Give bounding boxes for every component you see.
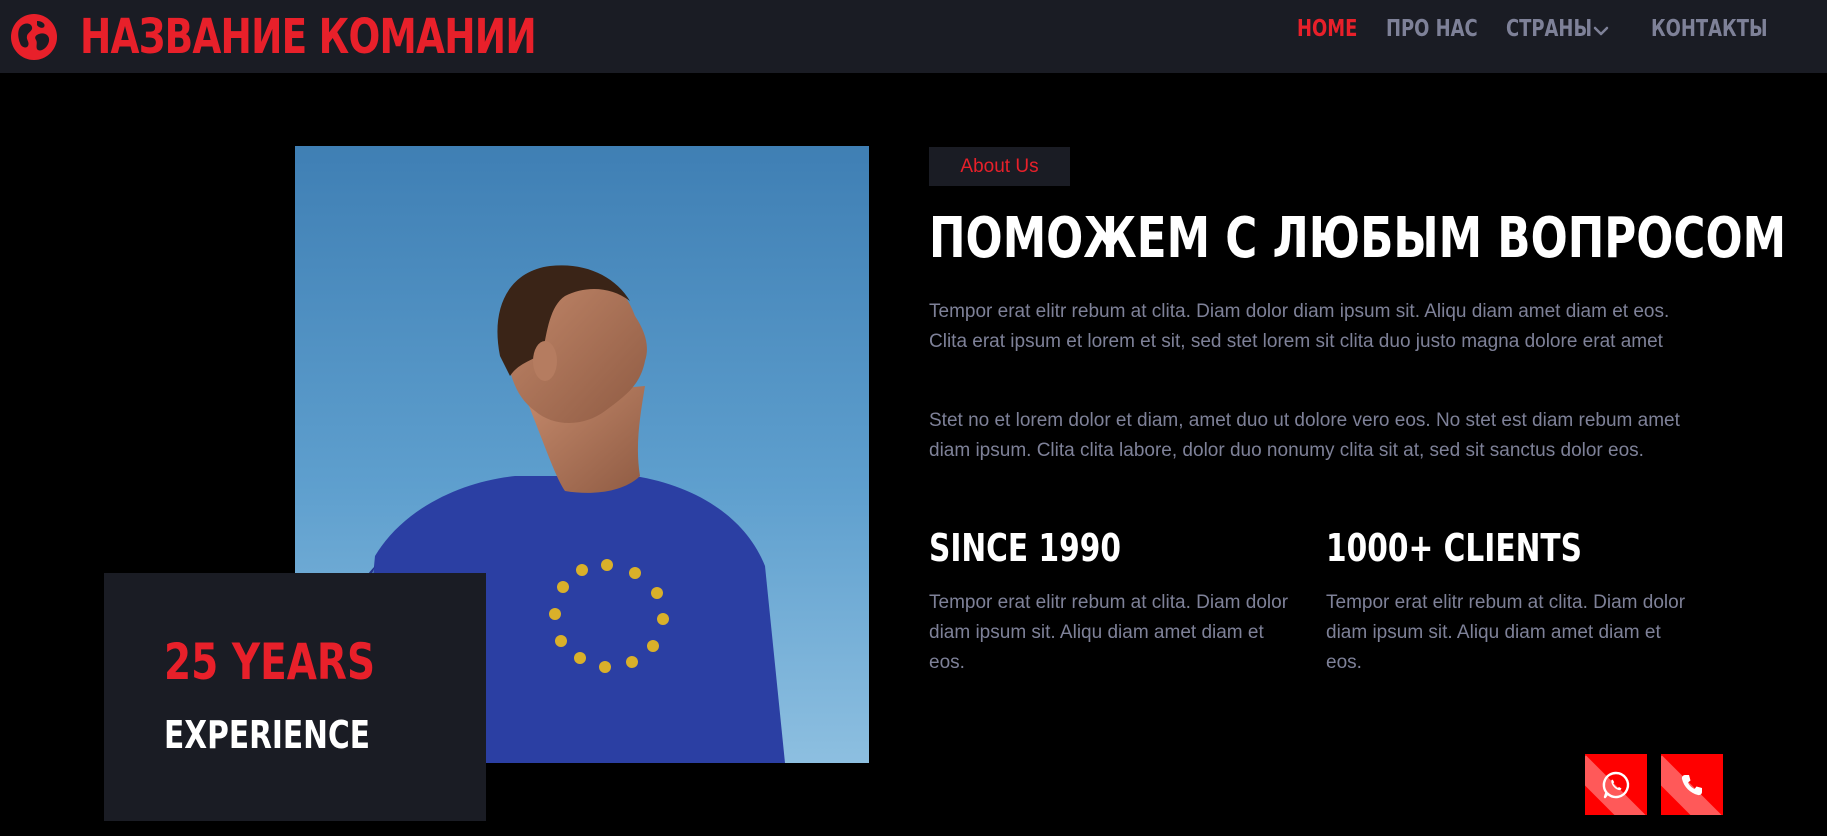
- about-paragraph-2: Stet no et lorem dolor et diam, amet duo…: [929, 410, 1680, 461]
- nav-home[interactable]: HOME: [1297, 14, 1357, 44]
- brand-name: НАЗВАНИЕ КОМАНИИ: [80, 9, 537, 65]
- brand-link[interactable]: НАЗВАНИЕ КОМАНИИ: [9, 8, 664, 66]
- about-paragraph-1: Tempor erat elitr rebum at clita. Diam d…: [929, 301, 1670, 352]
- experience-years: 25 YEARS: [164, 633, 376, 691]
- phone-icon: [1681, 775, 1702, 796]
- experience-label: EXPERIENCE: [164, 713, 370, 757]
- chevron-down-icon[interactable]: [1592, 22, 1610, 40]
- about-headline: ПОМОЖЕМ С ЛЮБЫМ ВОПРОСОМ: [929, 206, 1787, 271]
- nav-contacts[interactable]: КОНТАКТЫ: [1651, 14, 1768, 44]
- phone-button[interactable]: [1661, 754, 1723, 815]
- about-tag: About Us: [929, 147, 1070, 186]
- globe-icon: [11, 14, 57, 60]
- stat-since-title: SINCE 1990: [929, 526, 1122, 570]
- stat-clients-text: Tempor erat elitr rebum at clita. Diam d…: [1326, 592, 1686, 673]
- navbar: НАЗВАНИЕ КОМАНИИ HOME ПРО НАС СТРАНЫ КОН…: [0, 0, 1827, 73]
- experience-card: 25 YEARS EXPERIENCE: [104, 573, 486, 821]
- whatsapp-button[interactable]: [1585, 754, 1647, 815]
- stat-since-text: Tempor erat elitr rebum at clita. Diam d…: [929, 592, 1289, 673]
- whatsapp-icon: [1602, 771, 1630, 799]
- nav-countries-dropdown[interactable]: СТРАНЫ: [1506, 14, 1592, 44]
- stat-clients-title: 1000+ CLIENTS: [1326, 526, 1582, 570]
- nav-about[interactable]: ПРО НАС: [1386, 14, 1478, 44]
